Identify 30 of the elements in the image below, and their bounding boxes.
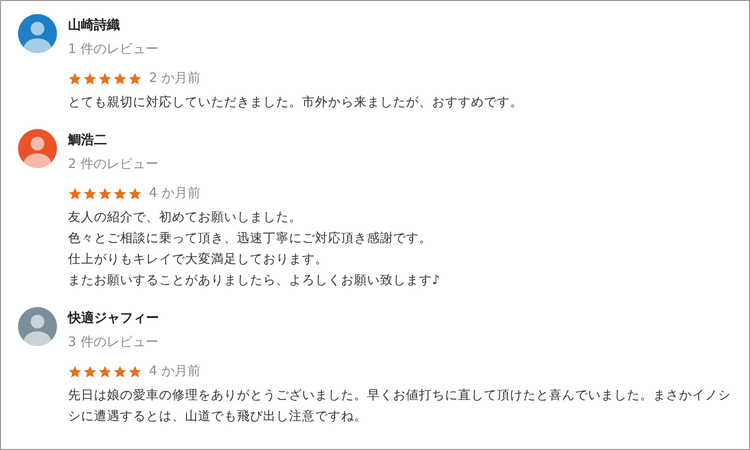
star-icon: [113, 365, 127, 379]
star-icon: [113, 187, 127, 201]
review-count: 3 件のレビュー: [68, 334, 160, 352]
review-time: 4 か月前: [149, 185, 200, 203]
reviewer-name: 山崎詩織: [68, 17, 121, 35]
star-icon: [83, 187, 97, 201]
star-icon: [98, 72, 112, 86]
review-text: 色々とご相談に乗って頂き、迅速丁寧にご対応頂き感謝です。: [68, 229, 433, 247]
star-icon: [128, 187, 142, 201]
star-icon: [128, 365, 142, 379]
reviewer-name: 鯛浩二: [68, 132, 108, 150]
star-icon: [98, 365, 112, 379]
review-time: 2 か月前: [149, 70, 200, 88]
star-icon: [83, 72, 97, 86]
star-icon: [83, 365, 97, 379]
review-count: 2 件のレビュー: [68, 156, 160, 174]
star-icon: [98, 187, 112, 201]
star-icon: [68, 72, 82, 86]
star-icon: [113, 72, 127, 86]
review-count: 1 件のレビュー: [68, 41, 160, 59]
star-icon: [68, 365, 82, 379]
review-text: 先日は娘の愛車の修理をありがとうございました。早くお値打ちに直して頂けたと喜んでいました。まさかイノシシに遭遇するとは、山道でも飛び出し注意ですね。: [68, 386, 732, 425]
review-text: またお願いすることがありましたら、よろしくお願い致します♪: [68, 271, 441, 289]
reviewer-name: 快適ジャフィー: [68, 310, 160, 328]
review-text: 友人の紹介で、初めてお願いしました。: [68, 208, 303, 226]
review-text: 仕上がりもキレイで大変満足しております。: [68, 250, 329, 268]
star-icon: [128, 72, 142, 86]
star-icon: [68, 187, 82, 201]
review-time: 4 か月前: [149, 363, 200, 381]
review-text: とても親切に対応していただきました。市外から来ましたが、おすすめです。: [68, 93, 524, 111]
